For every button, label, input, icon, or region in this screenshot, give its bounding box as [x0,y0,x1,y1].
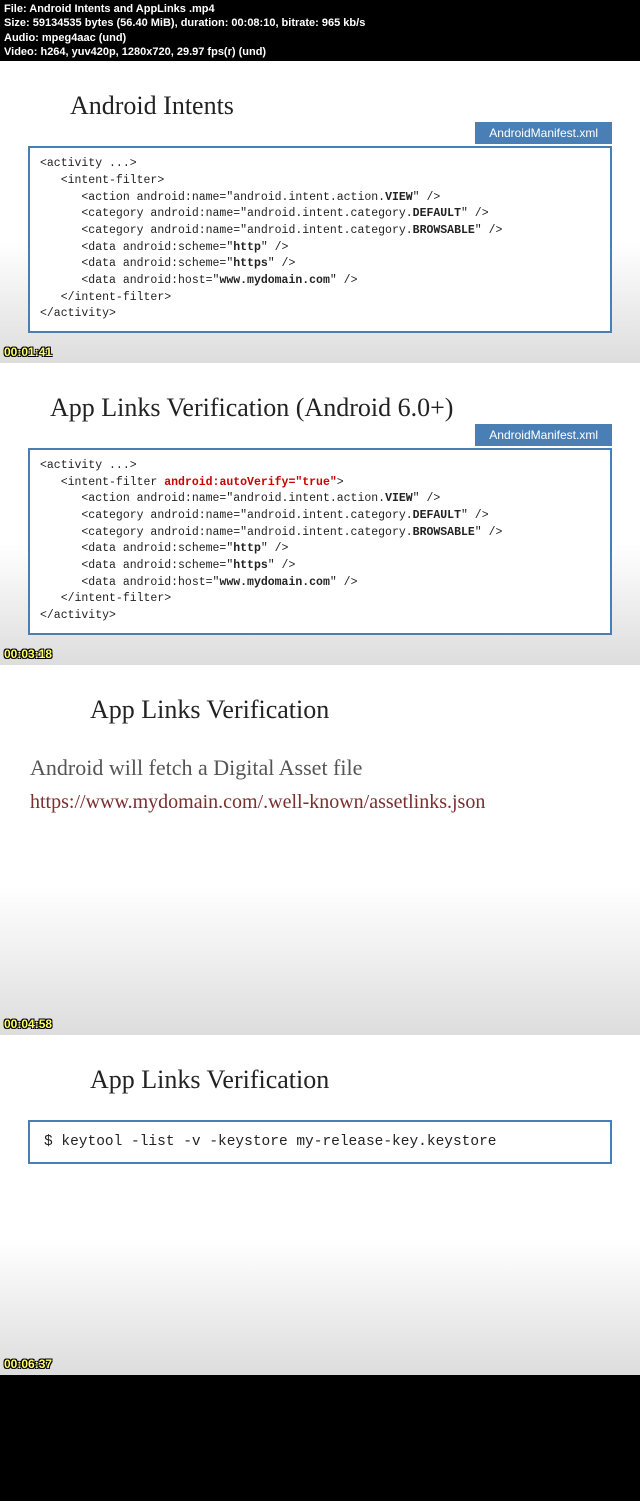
audio-line: Audio: mpeg4aac (und) [4,31,636,45]
slide-2-title: App Links Verification (Android 6.0+) [50,393,640,423]
filename-tab-1: AndroidManifest.xml [475,122,612,144]
code-block-2: <activity ...> <intent-filter android:au… [28,448,612,635]
timestamp-3: 00:04:58 [4,1017,52,1031]
command-box: $ keytool -list -v -keystore my-release-… [28,1120,612,1164]
slide-3: App Links Verification Android will fetc… [0,665,640,1035]
code-block-1: <activity ...> <intent-filter> <action a… [28,146,612,333]
slide-1: Android Intents AndroidManifest.xml <act… [0,61,640,363]
timestamp-4: 00:06:37 [4,1357,52,1371]
media-info-header: File: Android Intents and AppLinks .mp4 … [0,0,640,61]
file-line: File: Android Intents and AppLinks .mp4 [4,2,636,16]
slide-3-subtext: Android will fetch a Digital Asset file [30,755,640,781]
slide-4: App Links Verification $ keytool -list -… [0,1035,640,1375]
slide-1-title: Android Intents [70,91,640,121]
codebox-wrap-1: AndroidManifest.xml <activity ...> <inte… [28,146,612,333]
slide-3-url: https://www.mydomain.com/.well-known/ass… [30,791,640,814]
timestamp-2: 00:03:18 [4,647,52,661]
slide-3-title: App Links Verification [90,695,640,725]
size-line: Size: 59134535 bytes (56.40 MiB), durati… [4,16,636,30]
filename-tab-2: AndroidManifest.xml [475,424,612,446]
slide-2: App Links Verification (Android 6.0+) An… [0,363,640,665]
timestamp-1: 00:01:41 [4,345,52,359]
codebox-wrap-2: AndroidManifest.xml <activity ...> <inte… [28,448,612,635]
slide-4-title: App Links Verification [90,1065,640,1095]
video-line: Video: h264, yuv420p, 1280x720, 29.97 fp… [4,45,636,59]
